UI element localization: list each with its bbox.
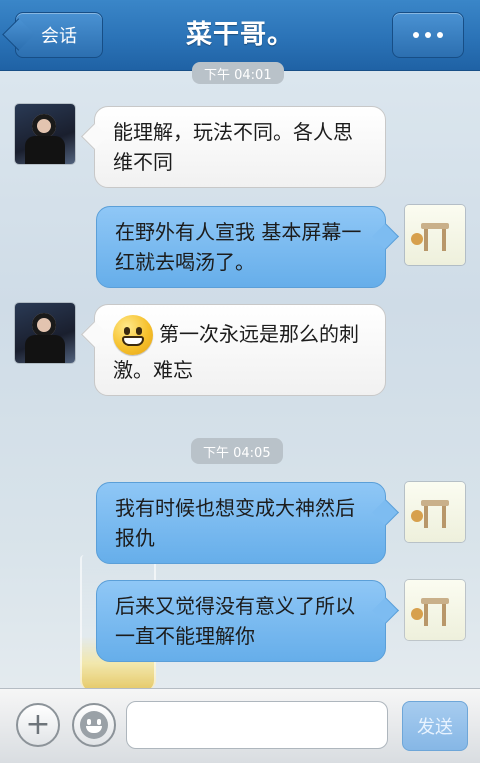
plus-icon: + (25, 707, 51, 742)
send-button[interactable]: 发送 (402, 701, 468, 751)
friend-avatar[interactable] (15, 104, 75, 164)
more-dot-icon (437, 32, 443, 38)
message-text: 在野外有人宣我 基本屏幕一红就去喝汤了。 (115, 220, 362, 274)
more-dot-icon (413, 32, 419, 38)
more-dot-icon (425, 32, 431, 38)
back-to-conversations-button[interactable]: 会话 (15, 12, 103, 58)
title-bar: 会话 菜干哥。 (0, 0, 480, 71)
my-avatar[interactable] (405, 482, 465, 542)
message-bubble-incoming[interactable]: 第一次永远是那么的刺激。难忘 (94, 304, 386, 396)
message-text: 后来又觉得没有意义了所以一直不能理解你 (115, 594, 355, 648)
my-avatar[interactable] (405, 580, 465, 640)
timestamp-pill: 下午 04:01 (192, 62, 284, 84)
message-text: 能理解，玩法不同。各人思维不同 (113, 120, 353, 174)
more-options-button[interactable] (392, 12, 464, 58)
message-bubble-incoming[interactable]: 能理解，玩法不同。各人思维不同 (94, 106, 386, 188)
friend-avatar[interactable] (15, 303, 75, 363)
chat-title: 菜干哥。 (185, 20, 294, 50)
desk-icon (411, 500, 449, 528)
desk-icon (411, 223, 449, 251)
add-attachment-button[interactable]: + (16, 703, 60, 747)
message-input[interactable] (126, 701, 388, 749)
back-button-label: 会话 (41, 26, 77, 47)
message-bubble-outgoing[interactable]: 我有时候也想变成大神然后报仇 (96, 482, 386, 564)
composer-bar: + 发送 (0, 688, 480, 763)
message-bubble-outgoing[interactable]: 后来又觉得没有意义了所以一直不能理解你 (96, 580, 386, 662)
smiley-icon (80, 711, 108, 739)
message-bubble-outgoing[interactable]: 在野外有人宣我 基本屏幕一红就去喝汤了。 (96, 206, 386, 288)
send-button-label: 发送 (417, 717, 453, 738)
timestamp-pill: 下午 04:05 (191, 438, 283, 464)
my-avatar[interactable] (405, 205, 465, 265)
message-text: 我有时候也想变成大神然后报仇 (115, 496, 355, 550)
grin-emoji-icon (113, 315, 153, 355)
desk-icon (411, 598, 449, 626)
emoji-button[interactable] (72, 703, 116, 747)
